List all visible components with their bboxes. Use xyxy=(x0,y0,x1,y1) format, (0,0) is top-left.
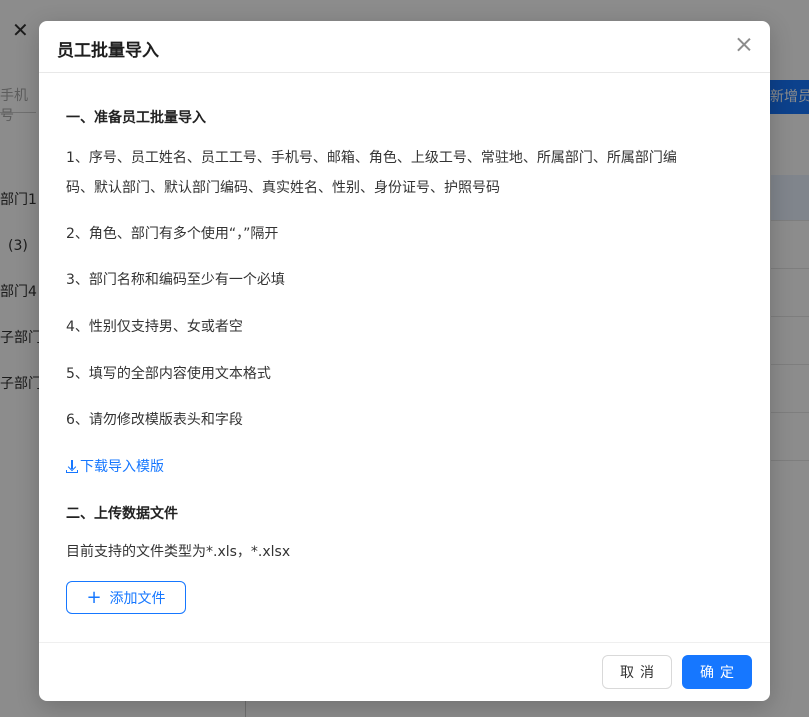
instruction-line: 6、请勿修改模版表头和字段 xyxy=(66,412,243,428)
close-icon[interactable] xyxy=(732,33,756,57)
instruction-line: 2、角色、部门有多个使用“，”隔开 xyxy=(66,226,279,242)
add-file-button[interactable]: + 添加文件 xyxy=(66,581,186,614)
instruction-line: 1、序号、员工姓名、员工工号、手机号、邮箱、角色、上级工号、常驻地、所属部门、所… xyxy=(66,150,677,166)
import-modal: 员工批量导入 一、准备员工批量导入 1、序号、员工姓名、员工工号、手机号、邮箱、… xyxy=(39,21,770,701)
section-title: 一、准备员工批量导入 xyxy=(66,110,206,126)
cancel-button[interactable]: 取消 xyxy=(602,655,672,689)
download-template-link[interactable]: 下载导入模版 xyxy=(66,456,164,476)
instruction-line: 码、默认部门、默认部门编码、真实姓名、性别、身份证号、护照号码 xyxy=(66,180,500,196)
download-icon xyxy=(66,459,78,473)
add-file-label: 添加文件 xyxy=(109,590,166,607)
plus-icon: + xyxy=(86,586,102,608)
confirm-button[interactable]: 确定 xyxy=(682,655,752,689)
modal-header: 员工批量导入 xyxy=(39,21,770,73)
file-types-text: 目前支持的文件类型为*.xls，*.xlsx xyxy=(66,544,291,560)
instruction-line: 3、部门名称和编码至少有一个必填 xyxy=(66,272,285,288)
instruction-line: 5、填写的全部内容使用文本格式 xyxy=(66,366,271,382)
download-link-label: 下载导入模版 xyxy=(80,459,164,475)
instruction-line: 4、性别仅支持男、女或者空 xyxy=(66,319,243,335)
section-title: 二、上传数据文件 xyxy=(66,506,178,522)
modal-title: 员工批量导入 xyxy=(57,41,159,61)
modal-footer: 取消 确定 xyxy=(39,642,770,701)
